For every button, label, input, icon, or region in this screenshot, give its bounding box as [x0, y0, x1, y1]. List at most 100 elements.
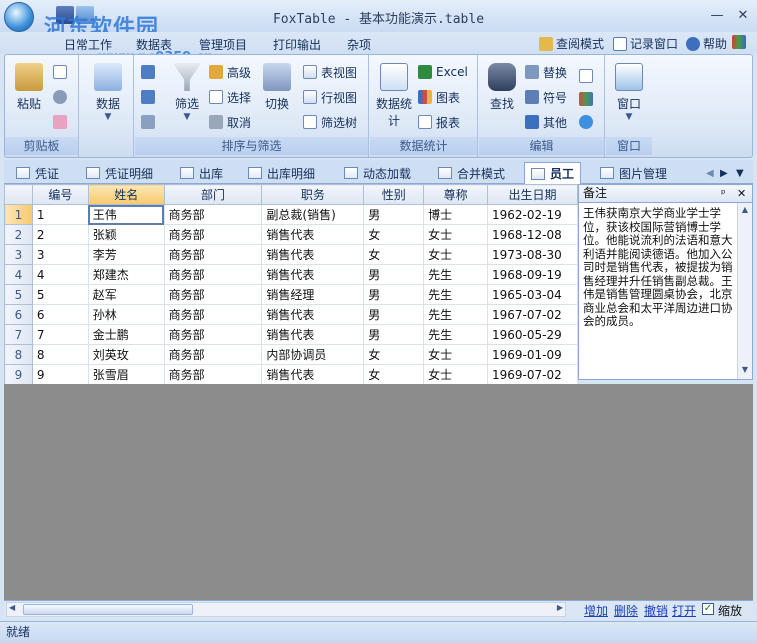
table-cell[interactable]: 王伟 — [87, 204, 165, 225]
sort-clear-button[interactable] — [141, 113, 155, 131]
column-header[interactable]: 姓名 — [87, 184, 165, 205]
undo-record-link[interactable]: 撤销 — [644, 602, 668, 619]
table-cell[interactable]: 李芳 — [87, 244, 165, 265]
restore-button[interactable]: ✕ — [732, 8, 754, 24]
table-cell[interactable]: 商务部 — [163, 364, 263, 385]
table-cell[interactable]: 博士 — [423, 204, 488, 225]
table-row[interactable]: 1 1 王伟 商务部 副总裁(销售) 男博士 1962-02-19 — [4, 204, 578, 225]
table-cell[interactable]: 商务部 — [163, 324, 263, 345]
table-cell[interactable]: 内部协调员 — [261, 344, 365, 365]
filter-tree-button[interactable]: 筛选树 — [303, 113, 357, 131]
table-cell[interactable]: 金士鹏 — [87, 324, 165, 345]
table-row[interactable]: 4 4 郑建杰 商务部 销售代表男先生 1968-09-19 — [4, 264, 578, 285]
data-stats-button[interactable]: 数据统计 — [374, 63, 414, 129]
table-cell[interactable]: 男 — [363, 324, 425, 345]
menu-misc[interactable]: 杂项 — [347, 36, 371, 53]
row-header[interactable]: 9 — [4, 364, 33, 385]
pin-icon[interactable]: ᵖ — [721, 185, 726, 202]
table-cell[interactable]: 孙林 — [87, 304, 165, 325]
row-header[interactable]: 7 — [4, 324, 33, 345]
column-header[interactable]: 部门 — [163, 184, 263, 205]
table-cell[interactable]: 销售经理 — [261, 284, 365, 305]
table-cell[interactable]: 赵军 — [87, 284, 165, 305]
table-cell[interactable]: 1 — [31, 204, 89, 225]
add-record-link[interactable]: 增加 — [584, 602, 608, 619]
tab-employees[interactable]: 员工 — [524, 162, 582, 184]
tab-outbound-detail[interactable]: 出库明细 — [242, 162, 321, 184]
table-row[interactable]: 5 5 赵军 商务部 销售经理男先生 1965-03-04 — [4, 284, 578, 305]
table-cell[interactable]: 张雪眉 — [87, 364, 165, 385]
table-cell[interactable]: 商务部 — [163, 224, 263, 245]
table-cell[interactable]: 销售代表 — [261, 244, 365, 265]
column-header[interactable]: 性别 — [363, 184, 425, 205]
table-cell[interactable]: 男 — [363, 204, 425, 225]
table-cell[interactable]: 男 — [363, 304, 425, 325]
color-grid-button[interactable] — [579, 90, 593, 108]
corner-cell[interactable] — [4, 184, 33, 205]
scroll-left-icon[interactable]: ◀ — [9, 603, 15, 612]
sort-desc-button[interactable] — [141, 88, 155, 106]
table-cell[interactable]: 销售代表 — [261, 364, 365, 385]
table-cell[interactable]: 销售代表 — [261, 264, 365, 285]
table-cell[interactable]: 女 — [363, 224, 425, 245]
table-cell[interactable]: 女士 — [423, 364, 488, 385]
table-cell[interactable]: 商务部 — [163, 304, 263, 325]
tab-list-dropdown[interactable]: ▼ — [736, 162, 744, 184]
eraser-button[interactable] — [53, 113, 67, 131]
grid-toggle-button[interactable] — [579, 67, 593, 85]
tab-voucher[interactable]: 凭证 — [10, 162, 65, 184]
other-button[interactable]: 其他 — [525, 113, 567, 131]
table-cell[interactable]: 女 — [363, 364, 425, 385]
tab-image-manage[interactable]: 图片管理 — [594, 162, 673, 184]
table-cell[interactable]: 8 — [31, 344, 89, 365]
scroll-thumb[interactable] — [23, 604, 193, 615]
table-cell[interactable]: 商务部 — [163, 204, 263, 225]
refresh-button[interactable] — [579, 113, 593, 131]
filter-button[interactable]: 筛选 ▼ — [167, 63, 207, 122]
table-cell[interactable]: 2 — [31, 224, 89, 245]
sort-asc-button[interactable] — [141, 63, 155, 81]
table-cell[interactable]: 商务部 — [163, 264, 263, 285]
select-button[interactable]: 选择 — [209, 88, 251, 106]
copy-button[interactable] — [53, 63, 67, 81]
table-row[interactable]: 2 2 张颖 商务部 销售代表女女士 1968-12-08 — [4, 224, 578, 245]
record-window-button[interactable]: 记录窗口 — [613, 35, 678, 52]
table-view-button[interactable]: 表视图 — [303, 63, 357, 81]
row-header[interactable]: 3 — [4, 244, 33, 265]
table-cell[interactable]: 4 — [31, 264, 89, 285]
table-cell[interactable]: 9 — [31, 364, 89, 385]
row-header[interactable]: 4 — [4, 264, 33, 285]
table-cell[interactable]: 女士 — [423, 224, 488, 245]
window-button[interactable]: 窗口 ▼ — [610, 63, 648, 122]
row-header[interactable]: 6 — [4, 304, 33, 325]
table-cell[interactable]: 销售代表 — [261, 224, 365, 245]
table-cell[interactable]: 1960-05-29 — [487, 324, 578, 345]
tab-scroll-right[interactable]: ▶ — [720, 162, 728, 184]
symbol-button[interactable]: 符号 — [525, 88, 567, 106]
table-cell[interactable]: 先生 — [423, 264, 488, 285]
row-header[interactable]: 1 — [4, 204, 33, 225]
tab-dynamic-load[interactable]: 动态加载 — [338, 162, 417, 184]
delete-record-link[interactable]: 删除 — [614, 602, 638, 619]
table-cell[interactable]: 销售代表 — [261, 324, 365, 345]
table-row[interactable]: 7 7 金士鹏 商务部 销售代表男先生 1960-05-29 — [4, 324, 578, 345]
table-cell[interactable]: 3 — [31, 244, 89, 265]
table-cell[interactable]: 女士 — [423, 344, 488, 365]
table-cell[interactable]: 郑建杰 — [87, 264, 165, 285]
table-cell[interactable]: 1962-02-19 — [487, 204, 578, 225]
table-cell[interactable]: 女 — [363, 244, 425, 265]
close-icon[interactable]: ✕ — [737, 185, 746, 202]
table-cell[interactable]: 1965-03-04 — [487, 284, 578, 305]
scroll-right-icon[interactable]: ▶ — [557, 603, 563, 612]
table-cell[interactable]: 1968-12-08 — [487, 224, 578, 245]
users-icon[interactable] — [732, 35, 746, 49]
replace-button[interactable]: 替换 — [525, 63, 567, 81]
column-header[interactable]: 尊称 — [423, 184, 488, 205]
table-cell[interactable]: 女士 — [423, 244, 488, 265]
tab-scroll-left[interactable]: ◀ — [706, 162, 714, 184]
table-cell[interactable]: 张颖 — [87, 224, 165, 245]
scroll-up-icon[interactable]: ▲ — [740, 205, 750, 214]
table-cell[interactable]: 1968-09-19 — [487, 264, 578, 285]
excel-button[interactable]: Excel — [418, 63, 468, 81]
table-cell[interactable]: 1973-08-30 — [487, 244, 578, 265]
